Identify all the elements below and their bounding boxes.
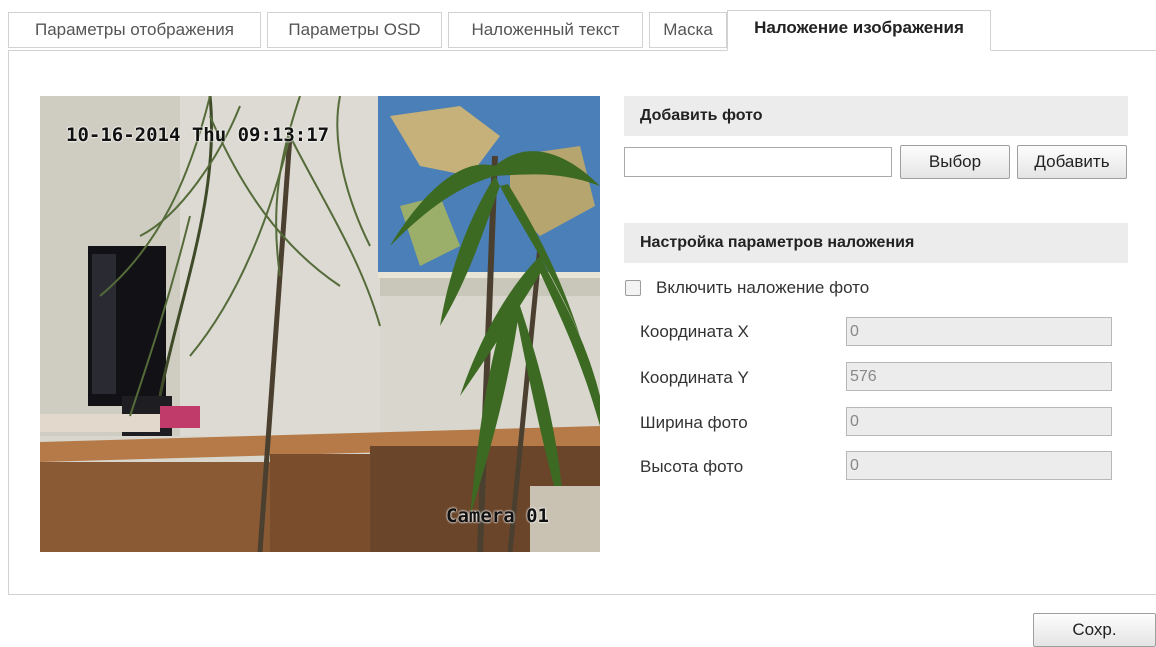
tab-privacy-mask[interactable]: Маска [649, 12, 727, 48]
photo-height-field: 0 [846, 451, 1112, 480]
tab-osd-settings[interactable]: Параметры OSD [267, 12, 442, 48]
photo-height-label: Высота фото [640, 457, 744, 476]
coordinate-y-label: Координата Y [640, 368, 749, 387]
osd-camera-name: Camera 01 [446, 505, 549, 527]
video-preview: 10-16-2014 Thu 09:13:17 Camera 01 [40, 96, 600, 552]
photo-file-path-input[interactable] [624, 147, 892, 177]
overlay-settings-heading: Настройка параметров наложения [624, 223, 1128, 263]
add-photo-heading: Добавить фото [624, 96, 1128, 136]
coordinate-x-field: 0 [846, 317, 1112, 346]
tab-text-overlay[interactable]: Наложенный текст [448, 12, 643, 48]
save-button[interactable]: Сохр. [1033, 613, 1156, 647]
tab-display-settings[interactable]: Параметры отображения [8, 12, 261, 48]
photo-width-field: 0 [846, 407, 1112, 436]
osd-datetime: 10-16-2014 Thu 09:13:17 [66, 124, 330, 146]
browse-button[interactable]: Выбор [900, 145, 1010, 179]
photo-width-label: Ширина фото [640, 413, 748, 432]
coordinate-x-label: Координата X [640, 322, 749, 341]
coordinate-y-field: 576 [846, 362, 1112, 391]
enable-overlay-label[interactable]: Включить наложение фото [656, 278, 869, 298]
add-photo-button[interactable]: Добавить [1017, 145, 1127, 179]
tab-picture-overlay[interactable]: Наложение изображения [727, 10, 991, 51]
camera-image [40, 96, 600, 552]
enable-overlay-checkbox[interactable] [625, 280, 641, 296]
